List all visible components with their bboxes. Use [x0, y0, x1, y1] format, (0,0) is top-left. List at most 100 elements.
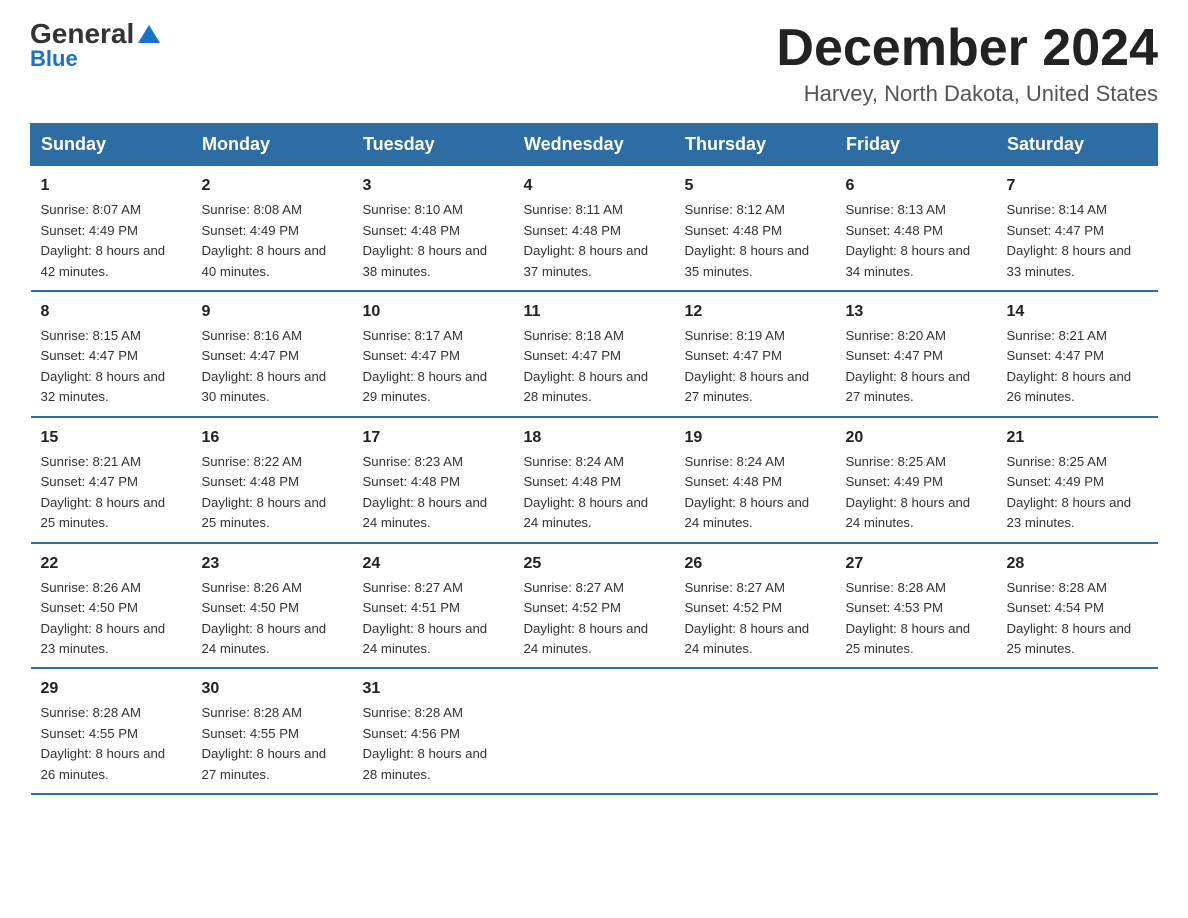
col-tuesday: Tuesday	[353, 124, 514, 166]
calendar-week-row: 15 Sunrise: 8:21 AMSunset: 4:47 PMDaylig…	[31, 417, 1158, 543]
table-row: 25 Sunrise: 8:27 AMSunset: 4:52 PMDaylig…	[514, 543, 675, 669]
table-row: 3 Sunrise: 8:10 AMSunset: 4:48 PMDayligh…	[353, 166, 514, 291]
page-header: General Blue December 2024 Harvey, North…	[30, 20, 1158, 107]
col-sunday: Sunday	[31, 124, 192, 166]
col-thursday: Thursday	[675, 124, 836, 166]
day-info: Sunrise: 8:20 AMSunset: 4:47 PMDaylight:…	[846, 328, 971, 404]
table-row: 10 Sunrise: 8:17 AMSunset: 4:47 PMDaylig…	[353, 291, 514, 417]
table-row: 21 Sunrise: 8:25 AMSunset: 4:49 PMDaylig…	[997, 417, 1158, 543]
day-info: Sunrise: 8:26 AMSunset: 4:50 PMDaylight:…	[41, 580, 166, 656]
calendar-header-row: Sunday Monday Tuesday Wednesday Thursday…	[31, 124, 1158, 166]
calendar-week-row: 8 Sunrise: 8:15 AMSunset: 4:47 PMDayligh…	[31, 291, 1158, 417]
day-info: Sunrise: 8:21 AMSunset: 4:47 PMDaylight:…	[1007, 328, 1132, 404]
day-info: Sunrise: 8:13 AMSunset: 4:48 PMDaylight:…	[846, 202, 971, 278]
table-row: 19 Sunrise: 8:24 AMSunset: 4:48 PMDaylig…	[675, 417, 836, 543]
table-row: 31 Sunrise: 8:28 AMSunset: 4:56 PMDaylig…	[353, 668, 514, 794]
day-info: Sunrise: 8:12 AMSunset: 4:48 PMDaylight:…	[685, 202, 810, 278]
day-number: 25	[524, 552, 665, 576]
table-row: 22 Sunrise: 8:26 AMSunset: 4:50 PMDaylig…	[31, 543, 192, 669]
logo: General Blue	[30, 20, 160, 72]
day-info: Sunrise: 8:17 AMSunset: 4:47 PMDaylight:…	[363, 328, 488, 404]
day-number: 29	[41, 677, 182, 701]
table-row: 4 Sunrise: 8:11 AMSunset: 4:48 PMDayligh…	[514, 166, 675, 291]
calendar-week-row: 22 Sunrise: 8:26 AMSunset: 4:50 PMDaylig…	[31, 543, 1158, 669]
table-row: 29 Sunrise: 8:28 AMSunset: 4:55 PMDaylig…	[31, 668, 192, 794]
logo-general: General	[30, 20, 160, 48]
day-info: Sunrise: 8:25 AMSunset: 4:49 PMDaylight:…	[846, 454, 971, 530]
logo-triangle-icon	[138, 25, 160, 43]
table-row: 2 Sunrise: 8:08 AMSunset: 4:49 PMDayligh…	[192, 166, 353, 291]
day-number: 31	[363, 677, 504, 701]
day-info: Sunrise: 8:08 AMSunset: 4:49 PMDaylight:…	[202, 202, 327, 278]
table-row: 11 Sunrise: 8:18 AMSunset: 4:47 PMDaylig…	[514, 291, 675, 417]
day-number: 12	[685, 300, 826, 324]
calendar-week-row: 1 Sunrise: 8:07 AMSunset: 4:49 PMDayligh…	[31, 166, 1158, 291]
day-number: 2	[202, 174, 343, 198]
table-row: 23 Sunrise: 8:26 AMSunset: 4:50 PMDaylig…	[192, 543, 353, 669]
main-title: December 2024	[776, 20, 1158, 77]
day-info: Sunrise: 8:21 AMSunset: 4:47 PMDaylight:…	[41, 454, 166, 530]
logo-blue-text: Blue	[30, 46, 78, 72]
day-number: 3	[363, 174, 504, 198]
day-number: 14	[1007, 300, 1148, 324]
day-info: Sunrise: 8:10 AMSunset: 4:48 PMDaylight:…	[363, 202, 488, 278]
day-info: Sunrise: 8:18 AMSunset: 4:47 PMDaylight:…	[524, 328, 649, 404]
day-info: Sunrise: 8:23 AMSunset: 4:48 PMDaylight:…	[363, 454, 488, 530]
day-number: 10	[363, 300, 504, 324]
col-friday: Friday	[836, 124, 997, 166]
day-number: 13	[846, 300, 987, 324]
day-info: Sunrise: 8:28 AMSunset: 4:56 PMDaylight:…	[363, 705, 488, 781]
day-number: 15	[41, 426, 182, 450]
day-number: 6	[846, 174, 987, 198]
day-number: 4	[524, 174, 665, 198]
day-number: 8	[41, 300, 182, 324]
day-info: Sunrise: 8:07 AMSunset: 4:49 PMDaylight:…	[41, 202, 166, 278]
table-row: 30 Sunrise: 8:28 AMSunset: 4:55 PMDaylig…	[192, 668, 353, 794]
col-wednesday: Wednesday	[514, 124, 675, 166]
day-number: 18	[524, 426, 665, 450]
day-info: Sunrise: 8:24 AMSunset: 4:48 PMDaylight:…	[524, 454, 649, 530]
table-row: 13 Sunrise: 8:20 AMSunset: 4:47 PMDaylig…	[836, 291, 997, 417]
logo-general-text: General	[30, 18, 134, 49]
day-info: Sunrise: 8:22 AMSunset: 4:48 PMDaylight:…	[202, 454, 327, 530]
day-info: Sunrise: 8:16 AMSunset: 4:47 PMDaylight:…	[202, 328, 327, 404]
day-number: 1	[41, 174, 182, 198]
day-info: Sunrise: 8:28 AMSunset: 4:55 PMDaylight:…	[41, 705, 166, 781]
title-block: December 2024 Harvey, North Dakota, Unit…	[776, 20, 1158, 107]
table-row: 8 Sunrise: 8:15 AMSunset: 4:47 PMDayligh…	[31, 291, 192, 417]
day-info: Sunrise: 8:11 AMSunset: 4:48 PMDaylight:…	[524, 202, 649, 278]
day-info: Sunrise: 8:27 AMSunset: 4:52 PMDaylight:…	[685, 580, 810, 656]
table-row: 24 Sunrise: 8:27 AMSunset: 4:51 PMDaylig…	[353, 543, 514, 669]
table-row: 7 Sunrise: 8:14 AMSunset: 4:47 PMDayligh…	[997, 166, 1158, 291]
table-row	[514, 668, 675, 794]
table-row: 20 Sunrise: 8:25 AMSunset: 4:49 PMDaylig…	[836, 417, 997, 543]
subtitle: Harvey, North Dakota, United States	[776, 81, 1158, 107]
day-info: Sunrise: 8:28 AMSunset: 4:54 PMDaylight:…	[1007, 580, 1132, 656]
day-info: Sunrise: 8:25 AMSunset: 4:49 PMDaylight:…	[1007, 454, 1132, 530]
table-row: 14 Sunrise: 8:21 AMSunset: 4:47 PMDaylig…	[997, 291, 1158, 417]
day-number: 24	[363, 552, 504, 576]
calendar-week-row: 29 Sunrise: 8:28 AMSunset: 4:55 PMDaylig…	[31, 668, 1158, 794]
table-row: 6 Sunrise: 8:13 AMSunset: 4:48 PMDayligh…	[836, 166, 997, 291]
day-info: Sunrise: 8:26 AMSunset: 4:50 PMDaylight:…	[202, 580, 327, 656]
day-number: 16	[202, 426, 343, 450]
table-row	[675, 668, 836, 794]
table-row	[836, 668, 997, 794]
day-number: 23	[202, 552, 343, 576]
table-row: 16 Sunrise: 8:22 AMSunset: 4:48 PMDaylig…	[192, 417, 353, 543]
table-row: 28 Sunrise: 8:28 AMSunset: 4:54 PMDaylig…	[997, 543, 1158, 669]
col-monday: Monday	[192, 124, 353, 166]
day-info: Sunrise: 8:15 AMSunset: 4:47 PMDaylight:…	[41, 328, 166, 404]
table-row: 12 Sunrise: 8:19 AMSunset: 4:47 PMDaylig…	[675, 291, 836, 417]
day-info: Sunrise: 8:24 AMSunset: 4:48 PMDaylight:…	[685, 454, 810, 530]
day-info: Sunrise: 8:27 AMSunset: 4:51 PMDaylight:…	[363, 580, 488, 656]
day-info: Sunrise: 8:27 AMSunset: 4:52 PMDaylight:…	[524, 580, 649, 656]
day-number: 5	[685, 174, 826, 198]
day-number: 27	[846, 552, 987, 576]
day-number: 21	[1007, 426, 1148, 450]
day-number: 9	[202, 300, 343, 324]
day-info: Sunrise: 8:28 AMSunset: 4:55 PMDaylight:…	[202, 705, 327, 781]
day-number: 20	[846, 426, 987, 450]
table-row: 26 Sunrise: 8:27 AMSunset: 4:52 PMDaylig…	[675, 543, 836, 669]
table-row: 17 Sunrise: 8:23 AMSunset: 4:48 PMDaylig…	[353, 417, 514, 543]
